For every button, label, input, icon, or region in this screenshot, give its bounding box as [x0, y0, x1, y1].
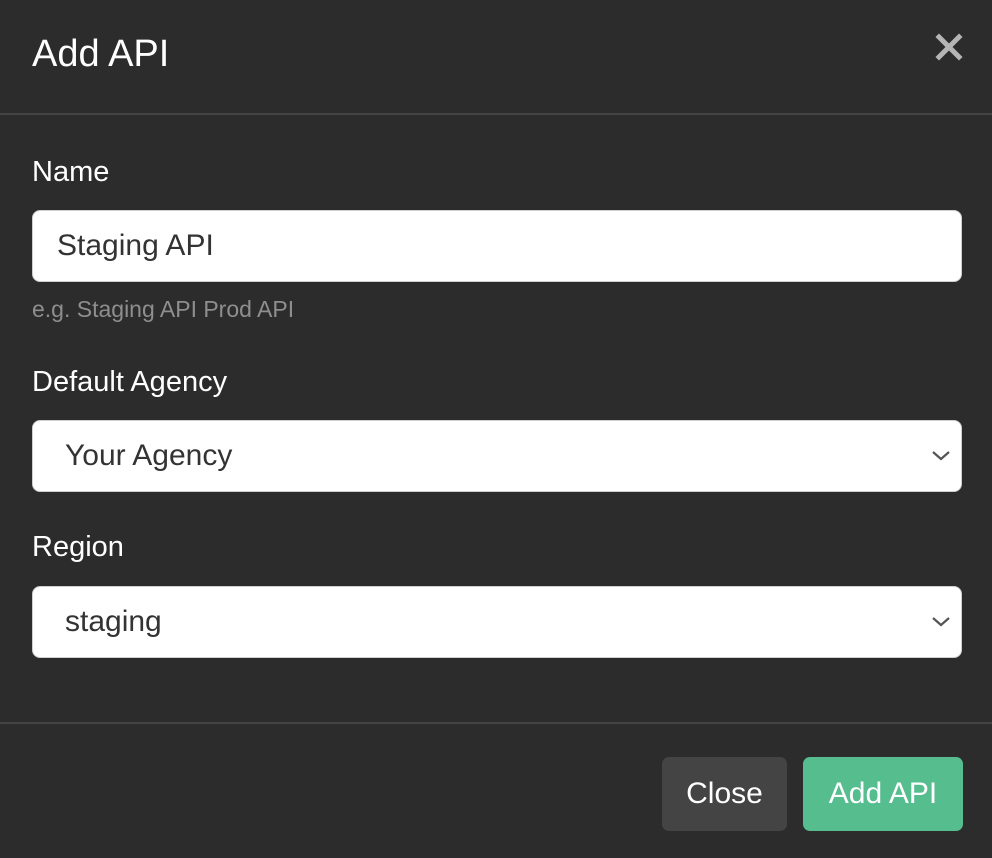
region-label: Region — [32, 531, 124, 563]
add-api-dialog: Add API Name e.g. Staging API Prod API D… — [0, 0, 992, 858]
close-icon[interactable] — [934, 32, 964, 62]
default-agency-select[interactable]: Your Agency — [32, 420, 962, 492]
dialog-header: Add API — [0, 0, 992, 115]
default-agency-value: Your Agency — [65, 439, 233, 472]
chevron-down-icon — [931, 613, 951, 629]
dialog-title: Add API — [32, 33, 170, 75]
name-hint: e.g. Staging API Prod API — [32, 296, 295, 322]
region-value: staging — [65, 605, 162, 638]
add-api-button[interactable]: Add API — [803, 757, 963, 831]
name-input[interactable] — [32, 210, 962, 282]
close-button[interactable]: Close — [662, 757, 787, 831]
default-agency-label: Default Agency — [32, 366, 228, 398]
chevron-down-icon — [931, 447, 951, 463]
name-label: Name — [32, 156, 110, 188]
region-select[interactable]: staging — [32, 586, 962, 658]
dialog-footer: Close Add API — [0, 722, 992, 858]
dialog-body: Name e.g. Staging API Prod API Default A… — [0, 115, 992, 722]
